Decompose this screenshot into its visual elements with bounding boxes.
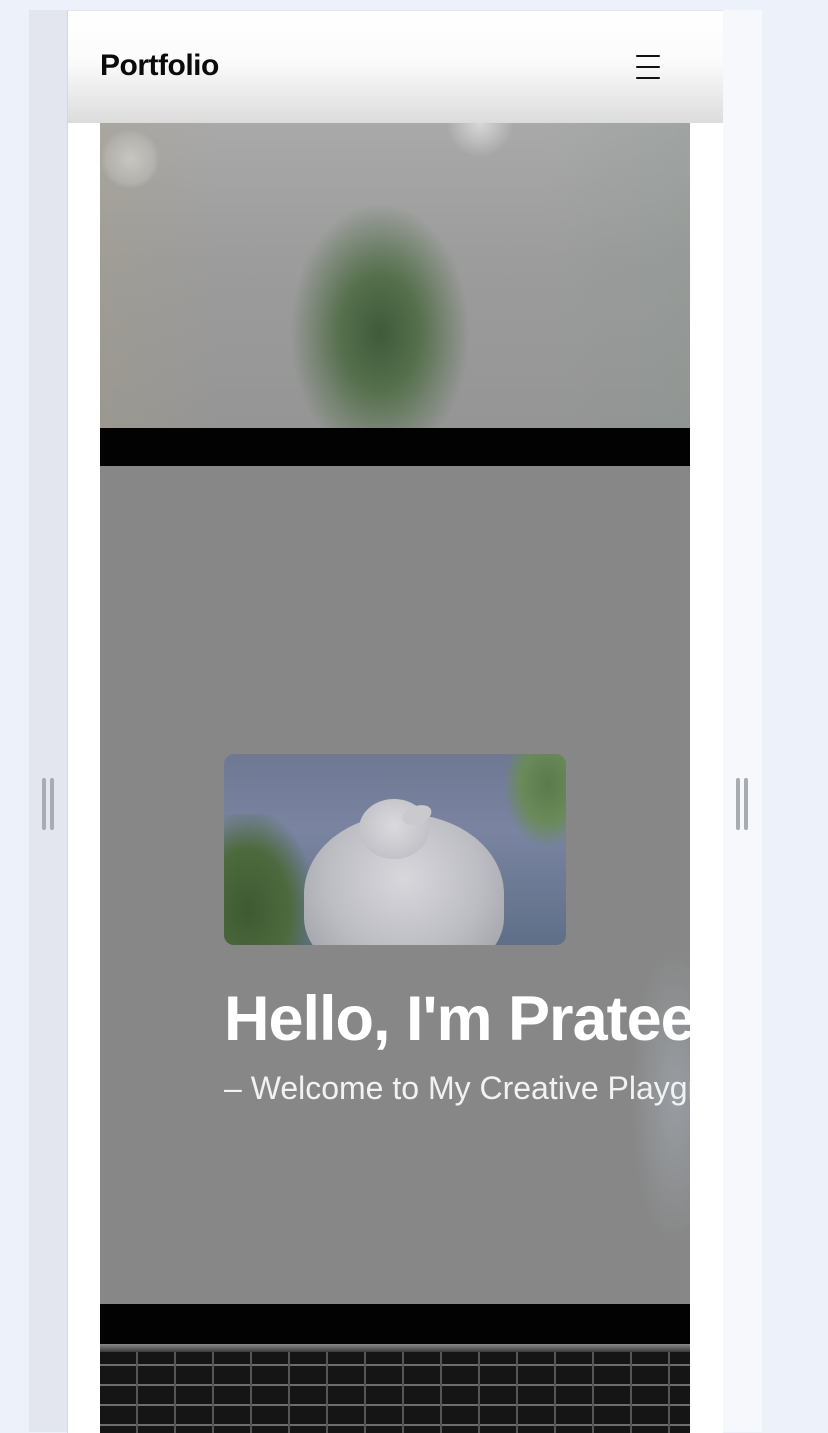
bunny-video-thumbnail[interactable]	[224, 754, 566, 945]
left-preview-pane	[29, 10, 68, 1432]
right-resize-handle-icon[interactable]	[736, 778, 748, 830]
hero-background-plant	[100, 123, 690, 428]
hero-title: Hello, I'm Prateek	[224, 984, 690, 1054]
site-logo[interactable]: Portfolio	[100, 49, 219, 83]
laptop-bezel-top	[100, 428, 690, 466]
laptop-screen: Hello, I'm Prateek – Welcome to My Creat…	[100, 466, 690, 1304]
hamburger-menu-icon[interactable]	[636, 55, 664, 79]
device-viewport: Portfolio Hello, I'm Prateek – Welcome t…	[67, 10, 723, 1433]
laptop-bezel-bottom	[100, 1304, 690, 1344]
site-header: Portfolio	[68, 11, 723, 123]
right-preview-pane	[722, 10, 762, 1432]
laptop-keyboard	[100, 1344, 690, 1433]
hero-subtitle: – Welcome to My Creative Playground	[224, 1070, 690, 1106]
left-resize-handle-icon[interactable]	[42, 778, 54, 830]
hero-section: Hello, I'm Prateek – Welcome to My Creat…	[100, 123, 690, 1433]
